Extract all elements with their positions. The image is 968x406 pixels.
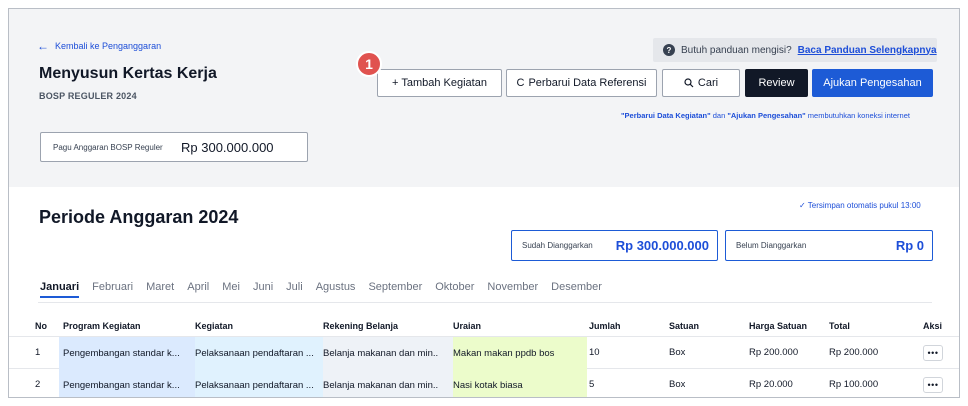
- header-kegiatan: Kegiatan: [195, 320, 234, 331]
- tab-januari[interactable]: Januari: [40, 281, 80, 298]
- header-uraian: Uraian: [453, 320, 482, 331]
- header-jumlah: Jumlah: [589, 320, 621, 331]
- tab-maret[interactable]: Maret: [146, 281, 174, 298]
- search-label: Cari: [697, 77, 719, 89]
- cell-jumlah: 10: [589, 347, 600, 358]
- tab-april[interactable]: April: [187, 281, 209, 298]
- submit-approval-button[interactable]: Ajukan Pengesahan: [812, 69, 933, 97]
- month-tabs: Januari Februari Maret April Mei Juni Ju…: [40, 281, 615, 298]
- cell-rekening: Belanja makanan dan min..: [323, 337, 453, 369]
- arrow-left-icon: ←: [37, 39, 49, 53]
- note-part1: "Perbarui Data Kegiatan": [621, 111, 711, 120]
- cell-total: Rp 100.000: [829, 379, 879, 390]
- cell-satuan: Box: [669, 379, 686, 390]
- help-text: Butuh panduan mengisi?: [681, 44, 792, 56]
- cell-harga: Rp 20.000: [749, 379, 793, 390]
- search-button[interactable]: Cari: [662, 69, 740, 97]
- tab-divider: [38, 302, 932, 303]
- back-link-label: Kembali ke Penganggaran: [55, 41, 162, 51]
- cell-program: Pengembangan standar k...: [59, 337, 195, 369]
- budgeted-value: Rp 300.000.000: [615, 238, 709, 253]
- row-actions-button[interactable]: •••: [923, 376, 943, 393]
- unbudgeted-summary: Belum Dianggarkan Rp 0: [725, 230, 933, 261]
- table-header: No Program Kegiatan Kegiatan Rekening Be…: [9, 315, 959, 337]
- budgeted-summary: Sudah Dianggarkan Rp 300.000.000: [511, 230, 718, 261]
- tab-agustus[interactable]: Agustus: [316, 281, 356, 298]
- cell-total: Rp 200.000: [829, 347, 879, 358]
- cell-no: 2: [35, 379, 41, 390]
- header-total: Total: [829, 320, 850, 331]
- budgeted-label: Sudah Dianggarkan: [522, 241, 593, 250]
- unbudgeted-label: Belum Dianggarkan: [736, 241, 807, 250]
- row-actions-button[interactable]: •••: [923, 344, 943, 361]
- header-no: No: [35, 320, 47, 331]
- cell-uraian: Nasi kotak biasa: [453, 369, 587, 397]
- note-part3: "Ajukan Pengesahan": [727, 111, 806, 120]
- tab-juli[interactable]: Juli: [286, 281, 303, 298]
- unbudgeted-value: Rp 0: [895, 238, 924, 253]
- app-window: ← Kembali ke Penganggaran Menyusun Kerta…: [8, 8, 960, 398]
- budget-ceiling-value: Rp 300.000.000: [181, 139, 274, 155]
- search-icon: [684, 78, 694, 88]
- cell-satuan: Box: [669, 347, 686, 358]
- step-badge: 1: [356, 51, 382, 77]
- table-row: 1 Pengembangan standar k... Pelaksanaan …: [9, 337, 959, 369]
- review-button[interactable]: Review: [745, 69, 808, 97]
- header-aksi: Aksi: [923, 320, 943, 331]
- table-row: 2 Pengembangan standar k... Pelaksanaan …: [9, 369, 959, 397]
- cell-program: Pengembangan standar k...: [59, 369, 195, 397]
- header-program: Program Kegiatan: [63, 320, 141, 331]
- budget-ceiling-card: Pagu Anggaran BOSP Reguler Rp 300.000.00…: [40, 132, 308, 162]
- refresh-reference-button[interactable]: C Perbarui Data Referensi: [506, 69, 657, 97]
- budget-table: No Program Kegiatan Kegiatan Rekening Be…: [9, 315, 959, 397]
- help-banner: ? Butuh panduan mengisi? Baca Panduan Se…: [653, 38, 937, 62]
- tab-oktober[interactable]: Oktober: [435, 281, 474, 298]
- header-rekening: Rekening Belanja: [323, 320, 399, 331]
- period-title: Periode Anggaran 2024: [39, 207, 239, 227]
- autosave-status: ✓ Tersimpan otomatis pukul 13:00: [799, 201, 921, 210]
- budget-ceiling-label: Pagu Anggaran BOSP Reguler: [53, 142, 163, 152]
- cell-uraian: Makan makan ppdb bos: [453, 337, 587, 369]
- header-harga: Harga Satuan: [749, 320, 808, 331]
- header-satuan: Satuan: [669, 320, 700, 331]
- cell-kegiatan: Pelaksanaan pendaftaran ...: [195, 369, 323, 397]
- tab-juni[interactable]: Juni: [253, 281, 273, 298]
- add-activity-button[interactable]: + Tambah Kegiatan: [377, 69, 502, 97]
- refresh-label: Perbarui Data Referensi: [528, 77, 647, 89]
- network-note: "Perbarui Data Kegiatan" dan "Ajukan Pen…: [621, 111, 910, 120]
- guide-link[interactable]: Baca Panduan Selengkapnya: [798, 45, 937, 56]
- tab-november[interactable]: November: [487, 281, 538, 298]
- cell-no: 1: [35, 347, 41, 358]
- note-part4: membutuhkan koneksi internet: [805, 111, 910, 120]
- tab-februari[interactable]: Februari: [92, 281, 133, 298]
- page-title: Menyusun Kertas Kerja: [39, 65, 217, 82]
- question-icon: ?: [663, 44, 675, 56]
- tab-desember[interactable]: Desember: [551, 281, 602, 298]
- cell-jumlah: 5: [589, 379, 595, 390]
- cell-harga: Rp 200.000: [749, 347, 799, 358]
- tab-september[interactable]: September: [368, 281, 422, 298]
- back-link[interactable]: ← Kembali ke Penganggaran: [37, 39, 162, 53]
- cell-rekening: Belanja makanan dan min..: [323, 369, 453, 397]
- page-subtitle: BOSP REGULER 2024: [39, 91, 137, 101]
- note-part2: dan: [710, 111, 728, 120]
- header-section: ← Kembali ke Penganggaran Menyusun Kerta…: [9, 9, 959, 187]
- refresh-icon: C: [516, 77, 525, 89]
- cell-kegiatan: Pelaksanaan pendaftaran ...: [195, 337, 323, 369]
- tab-mei[interactable]: Mei: [222, 281, 240, 298]
